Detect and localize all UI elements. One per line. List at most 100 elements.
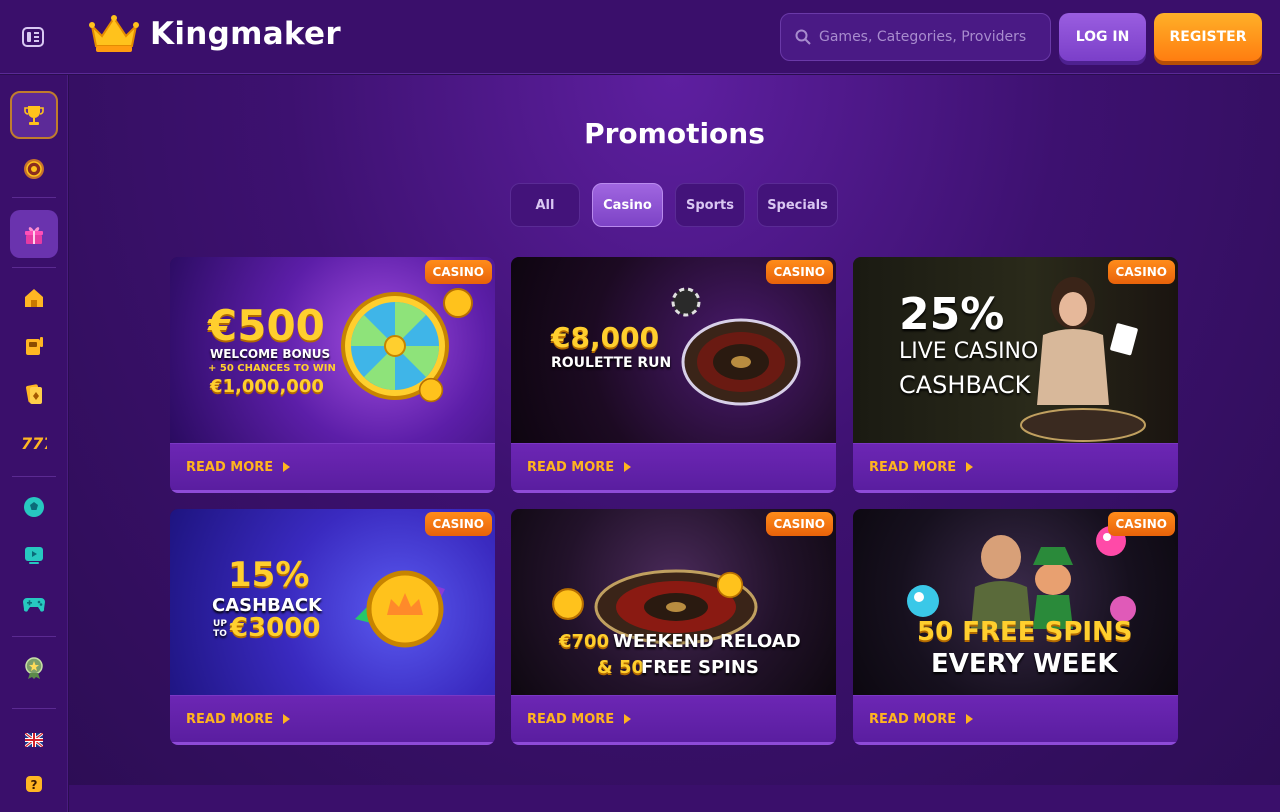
promo-subtitle: + 50 CHANCES TO WIN (208, 363, 336, 374)
promo-banner: €500 WELCOME BONUS + 50 CHANCES TO WIN €… (170, 257, 495, 443)
crown-icon (89, 15, 139, 52)
read-more-link[interactable]: READ MORE (511, 695, 836, 745)
sidebar-item-live-casino[interactable] (10, 322, 58, 370)
promo-title: LIVE CASINO (899, 339, 1039, 364)
logo[interactable]: Kingmaker (88, 14, 341, 54)
sidebar-divider (12, 197, 56, 198)
uk-flag-icon (25, 733, 43, 747)
read-more-label: READ MORE (186, 711, 274, 727)
promo-title: WEEKEND RELOAD (613, 631, 801, 652)
read-more-link[interactable]: READ MORE (511, 443, 836, 493)
promo-subtitle: CASHBACK (899, 371, 1031, 399)
sidebar-item-table-games[interactable] (10, 370, 58, 418)
search-icon (795, 29, 811, 45)
read-more-label: READ MORE (527, 459, 615, 475)
promo-card-roulette-run[interactable]: €8,000 ROULETTE RUN CASINO READ MORE (511, 257, 836, 493)
trophy-icon (24, 106, 44, 125)
gold-coin-icon (716, 571, 744, 599)
footer-strip (69, 785, 1280, 812)
roulette-icon (24, 159, 44, 179)
category-badge: CASINO (1107, 260, 1175, 284)
sidebar-item-sports[interactable] (10, 483, 58, 531)
video-play-icon (25, 547, 43, 564)
promo-banner: 25% LIVE CASINO CASHBACK CASINO (853, 257, 1178, 443)
svg-text:?: ? (31, 778, 38, 792)
page-title: Promotions (584, 117, 765, 150)
category-badge: CASINO (424, 260, 492, 284)
gold-coin-icon (443, 288, 473, 318)
characters-illustration (907, 526, 1136, 629)
sidebar: 777 (0, 75, 68, 812)
sidebar-divider (12, 476, 56, 477)
promo-card-weekend-reload[interactable]: €700 WEEKEND RELOAD & 50 FREE SPINS CASI… (511, 509, 836, 745)
promo-amount: €500 (208, 301, 325, 350)
read-more-label: READ MORE (186, 459, 274, 475)
read-more-link[interactable]: READ MORE (853, 443, 1178, 493)
promo-max: €3000 (230, 613, 321, 643)
login-button[interactable]: LOG IN (1059, 13, 1146, 61)
cards-icon (26, 384, 42, 404)
filter-tab-casino[interactable]: Casino (592, 183, 663, 227)
top-header: Kingmaker LOG IN REGISTER (0, 0, 1280, 74)
sidebar-divider (12, 267, 56, 268)
slots-777-icon: 777 (21, 434, 47, 453)
sidebar-item-home[interactable] (10, 274, 58, 322)
crown-coin-icon (355, 570, 445, 648)
read-more-label: READ MORE (527, 711, 615, 727)
language-selector[interactable] (10, 716, 58, 764)
promo-amount: 25% (899, 289, 1005, 340)
promo-amount: €8,000 (551, 321, 660, 354)
filter-tab-sports[interactable]: Sports (675, 183, 745, 227)
promo-banner: 15% CASHBACK UP TO €3000 CASINO (170, 509, 495, 695)
sidebar-item-promotions[interactable] (10, 91, 58, 139)
promo-subtitle: EVERY WEEK (931, 649, 1118, 679)
filter-tab-all[interactable]: All (510, 183, 580, 227)
sidebar-item-live-sports[interactable] (10, 531, 58, 579)
medal-icon (25, 657, 43, 679)
category-badge: CASINO (424, 512, 492, 536)
logo-text: Kingmaker (150, 16, 341, 52)
promo-card-cashback[interactable]: 15% CASHBACK UP TO €3000 CASINO READ MOR… (170, 509, 495, 745)
filter-tab-specials[interactable]: Specials (757, 183, 838, 227)
svg-text:777: 777 (21, 434, 47, 453)
promo-card-welcome-bonus[interactable]: €500 WELCOME BONUS + 50 CHANCES TO WIN €… (170, 257, 495, 493)
sidebar-item-gifts[interactable] (10, 210, 58, 258)
search-input[interactable] (819, 29, 1039, 45)
read-more-link[interactable]: READ MORE (853, 695, 1178, 745)
promo-subtitle: UP TO (213, 619, 227, 639)
read-more-link[interactable]: READ MORE (170, 443, 495, 493)
sidebar-item-slots[interactable]: 777 (10, 418, 58, 466)
read-more-label: READ MORE (869, 711, 957, 727)
sidebar-item-roulette[interactable] (10, 145, 58, 193)
sidebar-item-esports[interactable] (10, 579, 58, 627)
promo-banner: 50 FREE SPINS EVERY WEEK CASINO (853, 509, 1178, 695)
category-badge: CASINO (765, 260, 833, 284)
promo-card-live-casino-cashback[interactable]: 25% LIVE CASINO CASHBACK CASINO READ MOR… (853, 257, 1178, 493)
sidebar-item-vip[interactable] (10, 644, 58, 692)
promo-spins: FREE SPINS (641, 657, 759, 678)
help-icon: ? (26, 776, 42, 792)
gamepad-icon (23, 598, 45, 612)
sidebar-toggle-icon[interactable] (22, 26, 44, 48)
promo-amount: 15% (228, 555, 310, 595)
arrow-right-icon (283, 714, 291, 724)
promo-card-free-spins[interactable]: 50 FREE SPINS EVERY WEEK CASINO READ MOR… (853, 509, 1178, 745)
gold-coin-icon (552, 588, 584, 620)
arrow-right-icon (283, 462, 291, 472)
arrow-right-icon (966, 714, 974, 724)
sidebar-divider (12, 708, 56, 709)
promo-title: 50 FREE SPINS (917, 617, 1133, 647)
gold-coin-icon (418, 377, 444, 403)
category-badge: CASINO (765, 512, 833, 536)
read-more-link[interactable]: READ MORE (170, 695, 495, 745)
promo-amount: €700 (559, 631, 610, 652)
main-content: Promotions All Casino Sports Specials €5… (69, 75, 1280, 785)
promo-title: WELCOME BONUS (210, 347, 331, 361)
register-button[interactable]: REGISTER (1154, 13, 1262, 61)
arrow-right-icon (624, 462, 632, 472)
promo-title: ROULETTE RUN (551, 355, 672, 371)
search-box[interactable] (780, 13, 1051, 61)
arrow-right-icon (624, 714, 632, 724)
read-more-label: READ MORE (869, 459, 957, 475)
help-button[interactable]: ? (10, 760, 58, 808)
